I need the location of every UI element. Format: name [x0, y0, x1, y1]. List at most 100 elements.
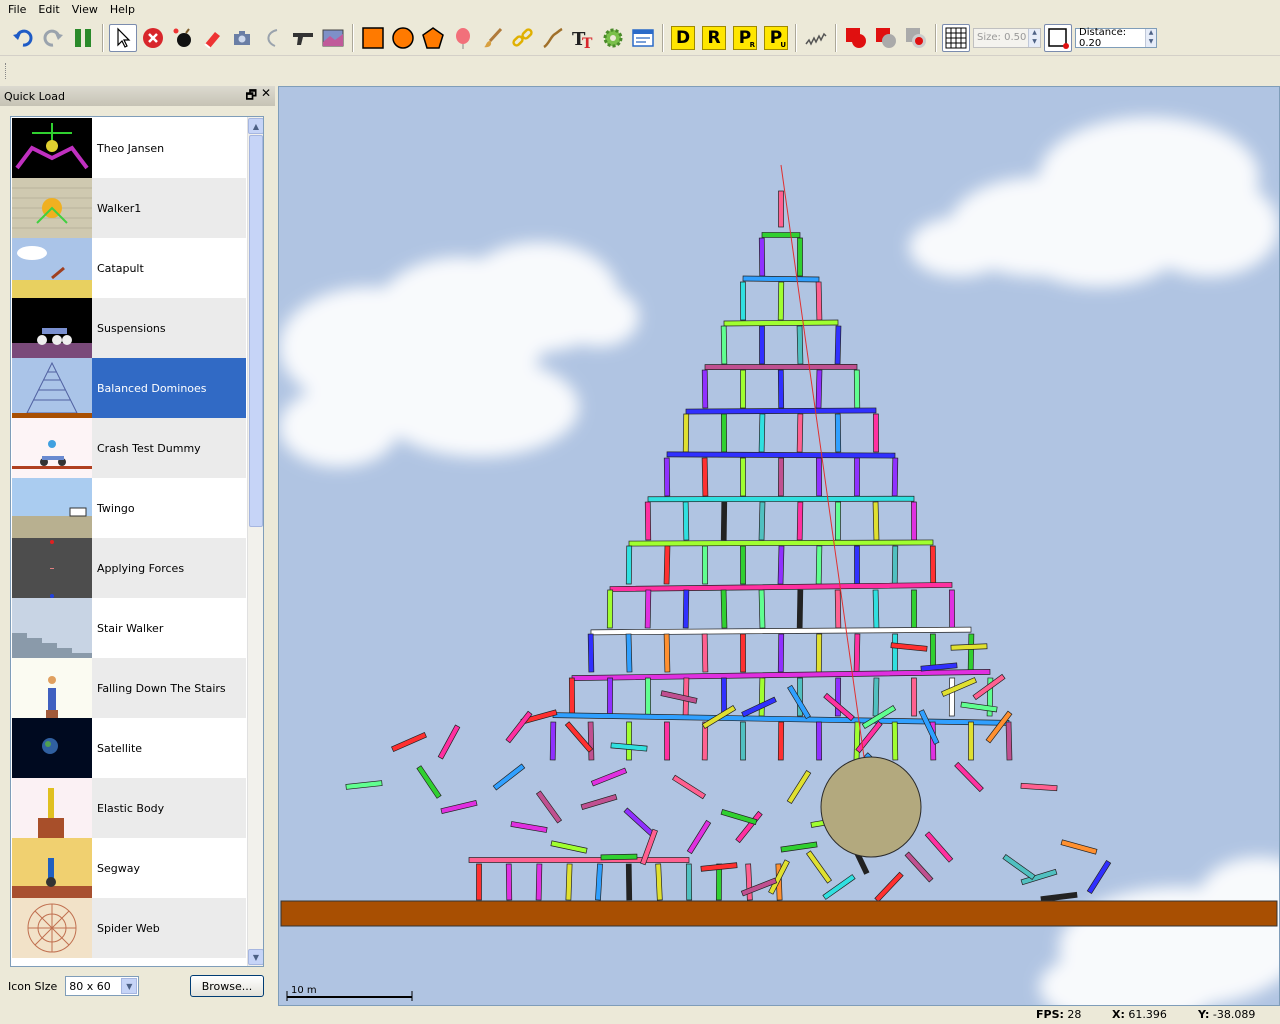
background-tool-button[interactable]	[319, 24, 347, 52]
list-item[interactable]: Walker1	[12, 178, 246, 238]
simulation-canvas[interactable]: 10 m	[278, 86, 1280, 1006]
list-item-label: Applying Forces	[97, 561, 185, 575]
balloon-tool-button[interactable]	[449, 24, 477, 52]
spring-tool-button[interactable]	[802, 24, 830, 52]
list-item-label: Walker1	[97, 201, 142, 215]
letter-tool-r[interactable]: R	[702, 25, 726, 50]
gear-tool-button[interactable]	[599, 24, 627, 52]
distance-spinner[interactable]: Distance: 0.20 ▲ ▼	[1075, 27, 1157, 49]
delete-tool-button[interactable]	[139, 24, 167, 52]
list-item[interactable]: Balanced Dominoes	[12, 358, 246, 418]
circle-tool-button[interactable]	[389, 24, 417, 52]
snap-toggle-button[interactable]	[1044, 23, 1072, 52]
grid-toggle-button[interactable]	[942, 23, 970, 52]
menu-view[interactable]: View	[66, 0, 104, 20]
list-item-label: Falling Down The Stairs	[97, 681, 226, 695]
list-scrollbar[interactable]: ▲ ▼	[247, 117, 263, 966]
scene-thumbnail	[12, 118, 92, 178]
landscape-icon	[322, 29, 344, 46]
list-item[interactable]: Stair Walker	[12, 598, 246, 658]
cloud-left	[279, 242, 639, 467]
chain-icon	[512, 27, 533, 47]
rope-icon	[543, 27, 563, 48]
collision-off-tool-button[interactable]	[872, 24, 900, 52]
toolbar-grip[interactable]	[5, 63, 8, 79]
svg-text:T: T	[582, 36, 593, 50]
window-icon	[632, 28, 654, 47]
scene-thumbnail	[12, 358, 92, 418]
letter-tool-pu[interactable]: PU	[764, 25, 788, 50]
list-item[interactable]: Applying Forces	[12, 538, 246, 598]
box-icon	[362, 26, 384, 49]
toolbar-separator	[835, 23, 837, 52]
float-panel-icon[interactable]: 🗗	[246, 86, 257, 107]
camera-icon	[234, 30, 250, 45]
ground-platform[interactable]	[280, 900, 1278, 927]
gear-icon	[603, 28, 623, 47]
scene-thumbnail	[12, 478, 92, 538]
camera-tool-button[interactable]	[229, 24, 257, 52]
icon-size-select[interactable]: 80 x 60 ▼	[65, 976, 140, 996]
cloud-right	[909, 117, 1279, 287]
menu-edit[interactable]: Edit	[32, 0, 65, 20]
spin-down-icon[interactable]: ▼	[1146, 37, 1156, 47]
window-tool-button[interactable]	[629, 24, 657, 52]
ball[interactable]	[820, 756, 922, 858]
curve-icon	[267, 28, 278, 47]
pointer-icon	[117, 27, 131, 48]
list-item[interactable]: Suspensions	[12, 298, 246, 358]
scene-svg: 10 m	[279, 117, 1279, 1005]
scroll-down-icon[interactable]: ▼	[248, 949, 263, 965]
list-item-label: Theo Jansen	[97, 141, 165, 155]
box-tool-button[interactable]	[359, 24, 387, 52]
eraser-tool-button[interactable]	[199, 24, 227, 52]
polygon-tool-button[interactable]	[419, 24, 447, 52]
list-item[interactable]: Segway	[12, 838, 246, 898]
list-item[interactable]: Crash Test Dummy	[12, 418, 246, 478]
bomb-tool-button[interactable]	[169, 24, 197, 52]
letter-tool-pr[interactable]: PR	[733, 25, 757, 50]
undo-button[interactable]	[9, 24, 37, 52]
spin-up-icon[interactable]: ▲	[1146, 28, 1156, 38]
list-item-label: Stair Walker	[97, 621, 164, 635]
rope-tool-button[interactable]	[539, 24, 567, 52]
list-item[interactable]: Elastic Body	[12, 778, 246, 838]
brush-tool-button[interactable]	[479, 24, 507, 52]
menu-help[interactable]: Help	[104, 0, 141, 20]
list-item[interactable]: Theo Jansen	[12, 118, 246, 178]
letter-tool-d[interactable]: D	[671, 25, 695, 50]
collision-layer-tool-button[interactable]	[902, 24, 930, 52]
gun-tool-button[interactable]	[289, 24, 317, 52]
scene-thumbnail	[12, 178, 92, 238]
list-item[interactable]: Twingo	[12, 478, 246, 538]
grid-icon	[945, 27, 967, 48]
spin-down-icon[interactable]: ▼	[1029, 37, 1040, 47]
browse-button[interactable]: Browse...	[190, 975, 264, 997]
toolbar-separator	[935, 23, 937, 52]
curve-tool-button[interactable]	[259, 24, 287, 52]
pause-icon	[75, 28, 91, 47]
status-bar: FPS: 28 X: 61.396 Y: -38.089	[0, 1006, 1280, 1024]
scroll-thumb[interactable]	[249, 135, 263, 527]
list-item[interactable]: Catapult	[12, 238, 246, 298]
close-icon[interactable]: ✕	[261, 86, 271, 107]
y-value: -38.089	[1212, 1008, 1256, 1021]
chain-tool-button[interactable]	[509, 24, 537, 52]
menu-file[interactable]: File	[2, 0, 32, 20]
select-tool-button[interactable]	[109, 23, 137, 52]
chevron-down-icon[interactable]: ▼	[121, 978, 138, 994]
size-spinner[interactable]: Size: 0.50 ▲ ▼	[973, 27, 1041, 48]
redo-button[interactable]	[39, 24, 67, 52]
scene-thumbnail	[12, 418, 92, 478]
text-tool-button[interactable]: TT	[569, 24, 597, 52]
list-item[interactable]: Spider Web	[12, 898, 246, 958]
scroll-up-icon[interactable]: ▲	[248, 118, 263, 134]
toolbar-separator	[102, 23, 104, 52]
redo-icon	[43, 29, 63, 47]
collision-tool-button[interactable]	[842, 24, 870, 52]
list-item[interactable]: Falling Down The Stairs	[12, 658, 246, 718]
pause-button[interactable]	[69, 24, 97, 52]
spin-up-icon[interactable]: ▲	[1029, 28, 1040, 38]
list-item[interactable]: Satellite	[12, 718, 246, 778]
scene-thumbnail	[12, 658, 92, 718]
